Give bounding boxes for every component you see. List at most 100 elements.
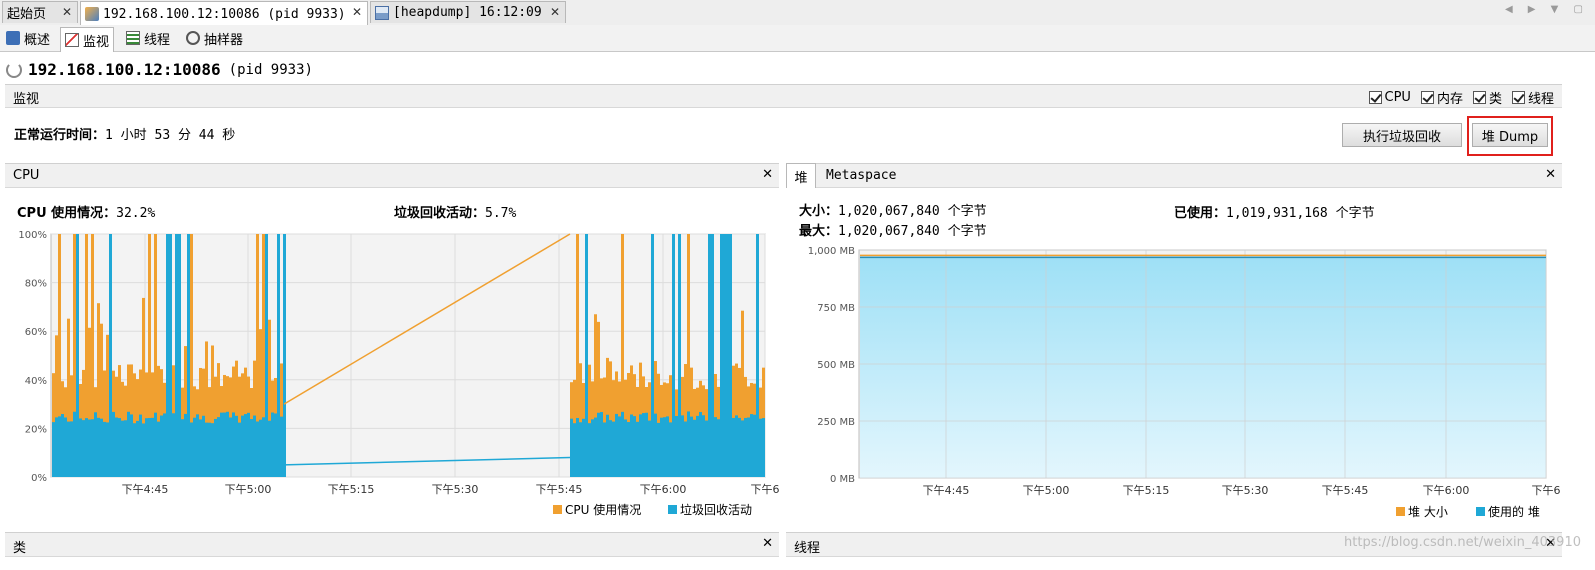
monitor-chart-icon xyxy=(65,33,79,47)
tab-monitor-process[interactable]: 192.168.100.12:10086 (pid 9933) ✕ xyxy=(80,1,368,26)
checkbox-classes[interactable]: 类 xyxy=(1472,88,1502,107)
x-tick-label: 下午5:45 xyxy=(1322,484,1369,497)
x-tick-label: 下午5:45 xyxy=(536,483,583,496)
gc-activity-bar xyxy=(753,414,756,477)
sampler-icon xyxy=(186,31,200,45)
gc-activity-bar xyxy=(79,418,82,477)
gc-activity-bar xyxy=(118,418,121,477)
tab-start-page[interactable]: 起始页 ✕ xyxy=(2,1,78,23)
checkbox-memory[interactable]: 内存 xyxy=(1420,88,1463,107)
gc-activity-bar xyxy=(145,418,148,477)
gc-activity-bar xyxy=(193,417,196,477)
cpu-chart: 0% 20% 40% 60% 80% 100% 下午4:45 下午5:00 下午5:15 下午5:… xyxy=(18,230,780,517)
gc-activity-bar xyxy=(139,414,142,477)
gc-activity-bar xyxy=(148,417,151,477)
gc-activity-bar xyxy=(130,414,133,477)
x-tick-label: 下午4:45 xyxy=(122,483,169,496)
gc-activity-bar xyxy=(663,417,666,477)
subtab-threads[interactable]: 线程 xyxy=(122,27,174,49)
tab-label: [heapdump] 16:12:09 xyxy=(393,5,542,20)
gc-activity-bar xyxy=(250,419,253,477)
subtab-monitor[interactable]: 监视 xyxy=(60,27,115,52)
tab-heapdump[interactable]: [heapdump] 16:12:09 ✕ xyxy=(370,1,566,23)
heap-max-label: 最大： xyxy=(799,224,839,239)
gc-activity-bar xyxy=(756,234,759,477)
gc-activity-bar xyxy=(699,412,702,477)
close-icon[interactable]: ✕ xyxy=(762,536,773,551)
heap-used-value: 1,019,931,168 个字节 xyxy=(1226,206,1375,221)
tab-heap[interactable]: 堆 xyxy=(786,163,816,188)
gc-activity-bar xyxy=(654,413,657,477)
checkbox-check-icon xyxy=(1420,91,1434,104)
close-icon[interactable]: ✕ xyxy=(1545,167,1556,182)
gc-activity-bar xyxy=(220,412,223,477)
section-title: 监视 xyxy=(13,92,40,107)
gc-activity-bar xyxy=(675,416,678,477)
tab-metaspace[interactable]: Metaspace xyxy=(826,168,896,183)
close-icon[interactable]: ✕ xyxy=(62,5,72,19)
gc-activity-bar xyxy=(202,415,205,477)
perform-gc-button[interactable]: 执行垃圾回收 xyxy=(1342,123,1462,147)
gc-activity-bar xyxy=(762,418,765,477)
gc-activity-bar xyxy=(61,414,64,477)
close-icon[interactable]: ✕ xyxy=(762,167,773,182)
threads-icon xyxy=(126,31,140,45)
gc-activity-bar xyxy=(609,420,612,477)
gc-activity-bar xyxy=(630,414,633,477)
gc-activity-bar xyxy=(597,412,600,477)
tab-label: 起始页 xyxy=(7,7,47,22)
gc-activity-bar xyxy=(154,412,157,477)
heap-max-value: 1,020,067,840 个字节 xyxy=(838,224,987,239)
gc-activity-bar xyxy=(235,415,238,477)
gc-activity-bar xyxy=(651,234,654,477)
subtab-sampler[interactable]: 抽样器 xyxy=(182,27,247,49)
close-icon[interactable]: ✕ xyxy=(352,5,362,19)
gc-activity-bar xyxy=(217,417,220,477)
heap-size-value: 1,020,067,840 个字节 xyxy=(838,204,987,219)
heap-dump-button[interactable]: 堆 Dump xyxy=(1472,123,1548,147)
gc-activity-bar xyxy=(582,418,585,477)
subtab-overview[interactable]: 概述 xyxy=(2,27,54,49)
tab-navigation-arrows[interactable]: ◀ ▶ ▼ ▢ xyxy=(1505,4,1589,15)
gc-activity-bar xyxy=(229,417,232,477)
checkbox-cpu[interactable]: CPU xyxy=(1368,88,1411,107)
gc-activity-bar xyxy=(570,418,573,477)
gc-activity-bar xyxy=(184,413,187,477)
gc-activity-bar xyxy=(621,411,624,477)
y-tick-label: 1,000 MB xyxy=(808,246,855,257)
gc-activity-bar xyxy=(256,421,259,477)
info-icon xyxy=(6,31,20,45)
y-tick-label: 0 MB xyxy=(830,474,855,485)
close-icon[interactable]: ✕ xyxy=(550,5,560,19)
title-pid: (pid 9933) xyxy=(228,61,313,78)
checkbox-threads[interactable]: 线程 xyxy=(1511,88,1554,107)
gc-activity-bar xyxy=(633,416,636,477)
uptime-value: 1 小时 53 分 44 秒 xyxy=(105,128,236,143)
gc-activity-bar xyxy=(127,411,130,477)
x-tick-label: 下午6 xyxy=(751,483,780,496)
heap-size-readout: 大小：1,020,067,840 个字节 最大：1,020,067,840 个字… xyxy=(799,202,987,242)
page-title: 192.168.100.12:10086 (pid 9933) xyxy=(6,60,313,79)
gc-activity-bar xyxy=(64,417,67,477)
gc-activity-bar xyxy=(648,420,651,477)
checkbox-check-icon xyxy=(1511,91,1525,104)
gc-activity-bar xyxy=(52,422,55,477)
gc-activity-bar xyxy=(741,420,744,477)
gc-activity-bar xyxy=(136,420,139,477)
gc-activity-bar xyxy=(759,418,762,477)
x-tick-label: 下午4:45 xyxy=(923,484,970,497)
gc-activity-bar xyxy=(576,417,579,477)
gc-activity-bar xyxy=(106,422,109,477)
gc-activity-bar xyxy=(657,422,660,477)
gc-activity-bar xyxy=(265,234,268,477)
gc-activity-bar xyxy=(214,418,217,477)
gc-activity-bar xyxy=(58,416,61,477)
gc-activity-bar xyxy=(178,234,181,477)
legend-label: 垃圾回收活动 xyxy=(680,502,752,517)
legend-label: 堆 大小 xyxy=(1408,505,1448,519)
cpu-panel-header: CPU ✕ xyxy=(5,163,779,188)
x-tick-label: 下午5:30 xyxy=(432,483,479,496)
gc-activity-bar xyxy=(271,412,274,477)
title-host: 192.168.100.12:10086 xyxy=(28,60,221,79)
gc-activity-bar xyxy=(91,419,94,477)
